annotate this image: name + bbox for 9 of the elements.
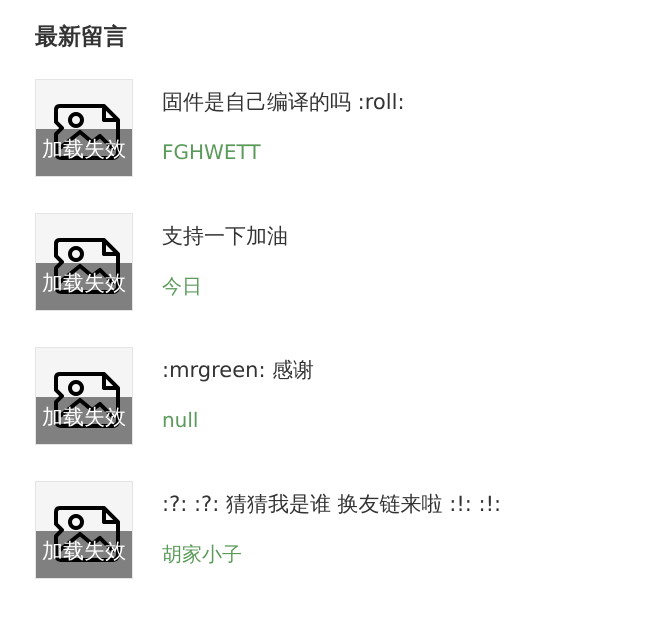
comment-text: :mrgreen: 感谢	[162, 357, 314, 384]
comment-text: 支持一下加油	[162, 223, 288, 250]
comment-text: :?: :?: 猜猜我是谁 换友链来啦 :!: :!:	[162, 491, 502, 518]
author-link[interactable]: 今日	[162, 271, 202, 301]
comment-text: 固件是自己编译的吗 :roll:	[162, 89, 405, 116]
author-link[interactable]: 胡家小子	[162, 539, 242, 569]
author-link[interactable]: FGHWETT	[162, 137, 261, 167]
section-title: 最新留言	[35, 23, 128, 52]
author-link[interactable]: null	[162, 405, 198, 435]
